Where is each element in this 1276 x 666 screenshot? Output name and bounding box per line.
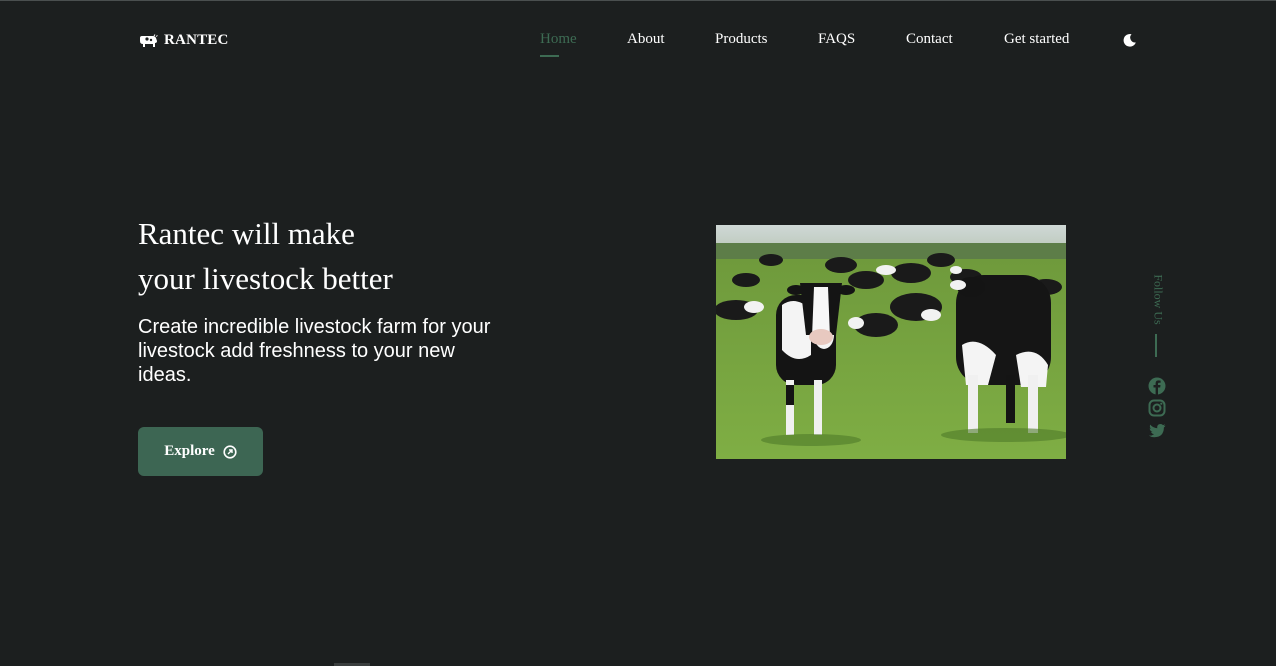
theme-toggle-button[interactable] [1122,33,1137,48]
explore-button[interactable]: Explore [138,427,263,476]
twitter-link[interactable] [1148,422,1166,440]
nav-active-indicator [540,55,559,57]
instagram-icon [1148,399,1166,417]
main-nav: Home About Products FAQS Contact Get sta… [0,31,1276,61]
follow-us: Follow Us [1150,268,1166,330]
instagram-link[interactable] [1148,399,1166,417]
nav-faqs[interactable]: FAQS [818,31,855,48]
hero-title: Rantec will make your livestock better [138,211,558,301]
follow-divider [1155,334,1157,357]
follow-us-label: Follow Us [1151,274,1166,325]
nav-get-started[interactable]: Get started [1004,31,1069,48]
hero-title-line1: Rantec will make [138,216,355,251]
nav-products[interactable]: Products [715,31,768,48]
arrow-circle-icon [223,444,237,459]
top-border [0,0,1276,1]
hero-cows-image [716,225,1066,459]
nav-about[interactable]: About [627,31,665,48]
twitter-icon [1148,424,1166,438]
explore-button-label: Explore [164,443,215,459]
hero-description: Create incredible livestock farm for you… [138,316,491,386]
facebook-icon [1148,377,1166,395]
hero-title-line2: your livestock better [138,261,393,296]
moon-icon [1123,33,1136,47]
nav-contact[interactable]: Contact [906,31,953,48]
nav-home[interactable]: Home [540,31,577,48]
facebook-link[interactable] [1148,377,1166,395]
